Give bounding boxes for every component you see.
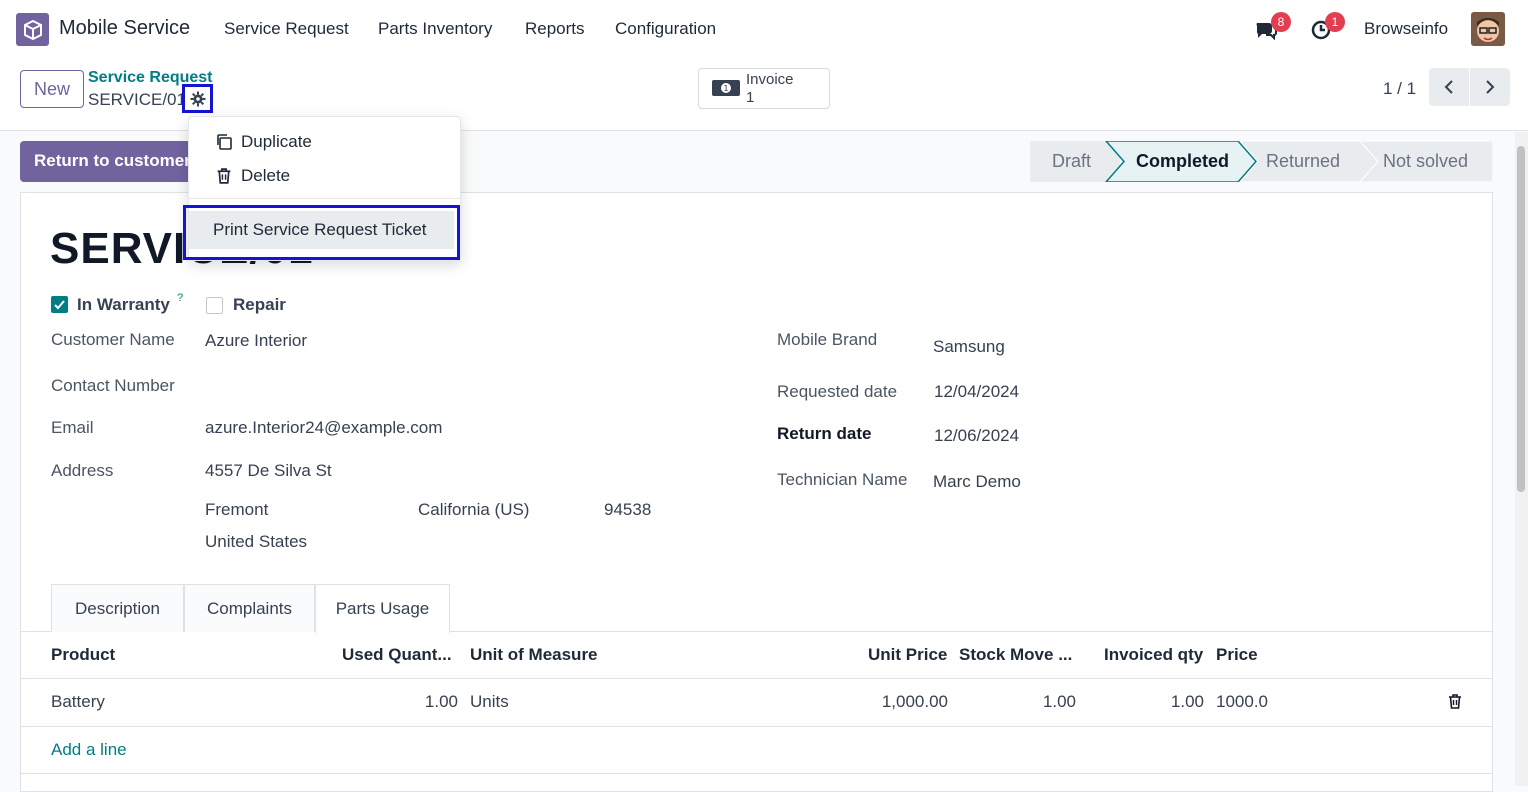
menu-configuration[interactable]: Configuration xyxy=(615,19,716,39)
menu-divider xyxy=(189,198,460,199)
chevron-left-icon xyxy=(1444,80,1453,94)
copy-icon xyxy=(217,134,232,150)
cell-unit-of-measure[interactable]: Units xyxy=(470,692,509,712)
return-date-label: Return date xyxy=(777,424,872,443)
address-street[interactable]: 4557 De Silva St xyxy=(205,461,332,481)
messages-badge: 8 xyxy=(1271,12,1291,32)
technician-name-label: Technician Name xyxy=(777,470,908,489)
col-unit-price[interactable]: Unit Price xyxy=(868,645,947,665)
gear-icon[interactable] xyxy=(182,84,213,113)
svg-text:1: 1 xyxy=(723,84,728,93)
col-invoiced-qty[interactable]: Invoiced qty xyxy=(1104,645,1203,665)
col-used-quantity[interactable]: Used Quant... xyxy=(342,645,452,665)
mobile-brand-label: Mobile Brand xyxy=(777,330,878,349)
menu-duplicate[interactable]: Duplicate xyxy=(215,132,312,152)
repair-checkbox[interactable] xyxy=(206,297,223,314)
user-avatar[interactable] xyxy=(1471,12,1505,46)
user-name[interactable]: Browseinfo xyxy=(1364,19,1448,39)
address-country[interactable]: United States xyxy=(205,532,307,552)
requested-date-value[interactable]: 12/04/2024 xyxy=(934,382,1019,402)
cell-stock-move[interactable]: 1.00 xyxy=(996,692,1076,712)
email-label: Email xyxy=(51,418,94,437)
pager-previous-button[interactable] xyxy=(1429,68,1469,106)
menu-delete-label: Delete xyxy=(241,166,291,185)
in-warranty-checkbox[interactable] xyxy=(51,296,68,313)
table-bottom-divider xyxy=(21,773,1492,774)
header-divider xyxy=(21,678,1492,679)
col-price[interactable]: Price xyxy=(1216,645,1258,665)
app-logo-icon[interactable] xyxy=(16,13,49,46)
requested-date-label: Requested date xyxy=(777,382,898,401)
repair-label: Repair xyxy=(233,295,286,314)
tab-complaints[interactable]: Complaints xyxy=(184,584,315,632)
invoice-money-icon: 1 xyxy=(711,79,741,102)
pager-next-button[interactable] xyxy=(1470,68,1510,106)
in-warranty-help[interactable]: ? xyxy=(177,292,183,304)
menu-reports[interactable]: Reports xyxy=(525,19,585,39)
tab-description[interactable]: Description xyxy=(51,584,184,632)
address-label: Address xyxy=(51,461,114,480)
chevron-right-icon xyxy=(1486,80,1495,94)
col-stock-move[interactable]: Stock Move ... xyxy=(959,645,1072,665)
form-sheet xyxy=(20,192,1493,792)
activities-badge: 1 xyxy=(1325,12,1345,32)
stage-draft[interactable]: Draft xyxy=(1052,141,1091,182)
address-city[interactable]: Fremont xyxy=(205,500,268,520)
in-warranty-label: In Warranty xyxy=(77,295,170,314)
technician-name-value[interactable]: Marc Demo xyxy=(933,472,1021,492)
menu-delete[interactable]: Delete xyxy=(215,166,290,186)
trash-icon xyxy=(217,168,231,184)
pager-value[interactable]: 1 / 1 xyxy=(1383,79,1416,99)
add-line-link[interactable]: Add a line xyxy=(51,740,127,760)
app-name[interactable]: Mobile Service xyxy=(59,17,190,40)
return-date-value[interactable]: 12/06/2024 xyxy=(934,426,1019,446)
menu-parts-inventory[interactable]: Parts Inventory xyxy=(378,19,492,39)
email-value[interactable]: azure.Interior24@example.com xyxy=(205,418,442,438)
address-zip[interactable]: 94538 xyxy=(604,500,651,520)
trash-icon[interactable] xyxy=(1447,693,1463,715)
print-highlight-box xyxy=(183,205,460,260)
return-to-customer-button[interactable]: Return to customer xyxy=(20,141,200,182)
cell-unit-price[interactable]: 1,000.00 xyxy=(848,692,948,712)
col-unit-of-measure[interactable]: Unit of Measure xyxy=(470,645,598,665)
scrollbar-thumb[interactable] xyxy=(1517,146,1525,492)
col-product[interactable]: Product xyxy=(51,645,115,665)
invoice-label: Invoice xyxy=(746,71,794,88)
row-divider xyxy=(21,726,1492,727)
menu-duplicate-label: Duplicate xyxy=(241,132,312,151)
cell-product[interactable]: Battery xyxy=(51,692,105,712)
customer-name-label: Customer Name xyxy=(51,330,175,349)
menu-service-request[interactable]: Service Request xyxy=(224,19,349,39)
cell-used-quantity[interactable]: 1.00 xyxy=(380,692,458,712)
customer-name-value[interactable]: Azure Interior xyxy=(205,331,307,351)
invoice-count: 1 xyxy=(746,89,755,106)
stage-not-solved[interactable]: Not solved xyxy=(1383,141,1468,182)
address-state[interactable]: California (US) xyxy=(418,500,529,520)
contact-number-label: Contact Number xyxy=(51,376,175,395)
new-button[interactable]: New xyxy=(20,70,84,108)
tab-parts-usage[interactable]: Parts Usage xyxy=(315,584,450,633)
stage-returned[interactable]: Returned xyxy=(1266,141,1340,182)
stage-completed[interactable]: Completed xyxy=(1136,141,1229,182)
check-icon xyxy=(54,300,65,310)
cell-invoiced-qty[interactable]: 1.00 xyxy=(1124,692,1204,712)
breadcrumb-current: SERVICE/01 xyxy=(88,90,186,109)
cell-price[interactable]: 1000.0 xyxy=(1216,692,1268,712)
mobile-brand-value[interactable]: Samsung xyxy=(933,337,1005,357)
